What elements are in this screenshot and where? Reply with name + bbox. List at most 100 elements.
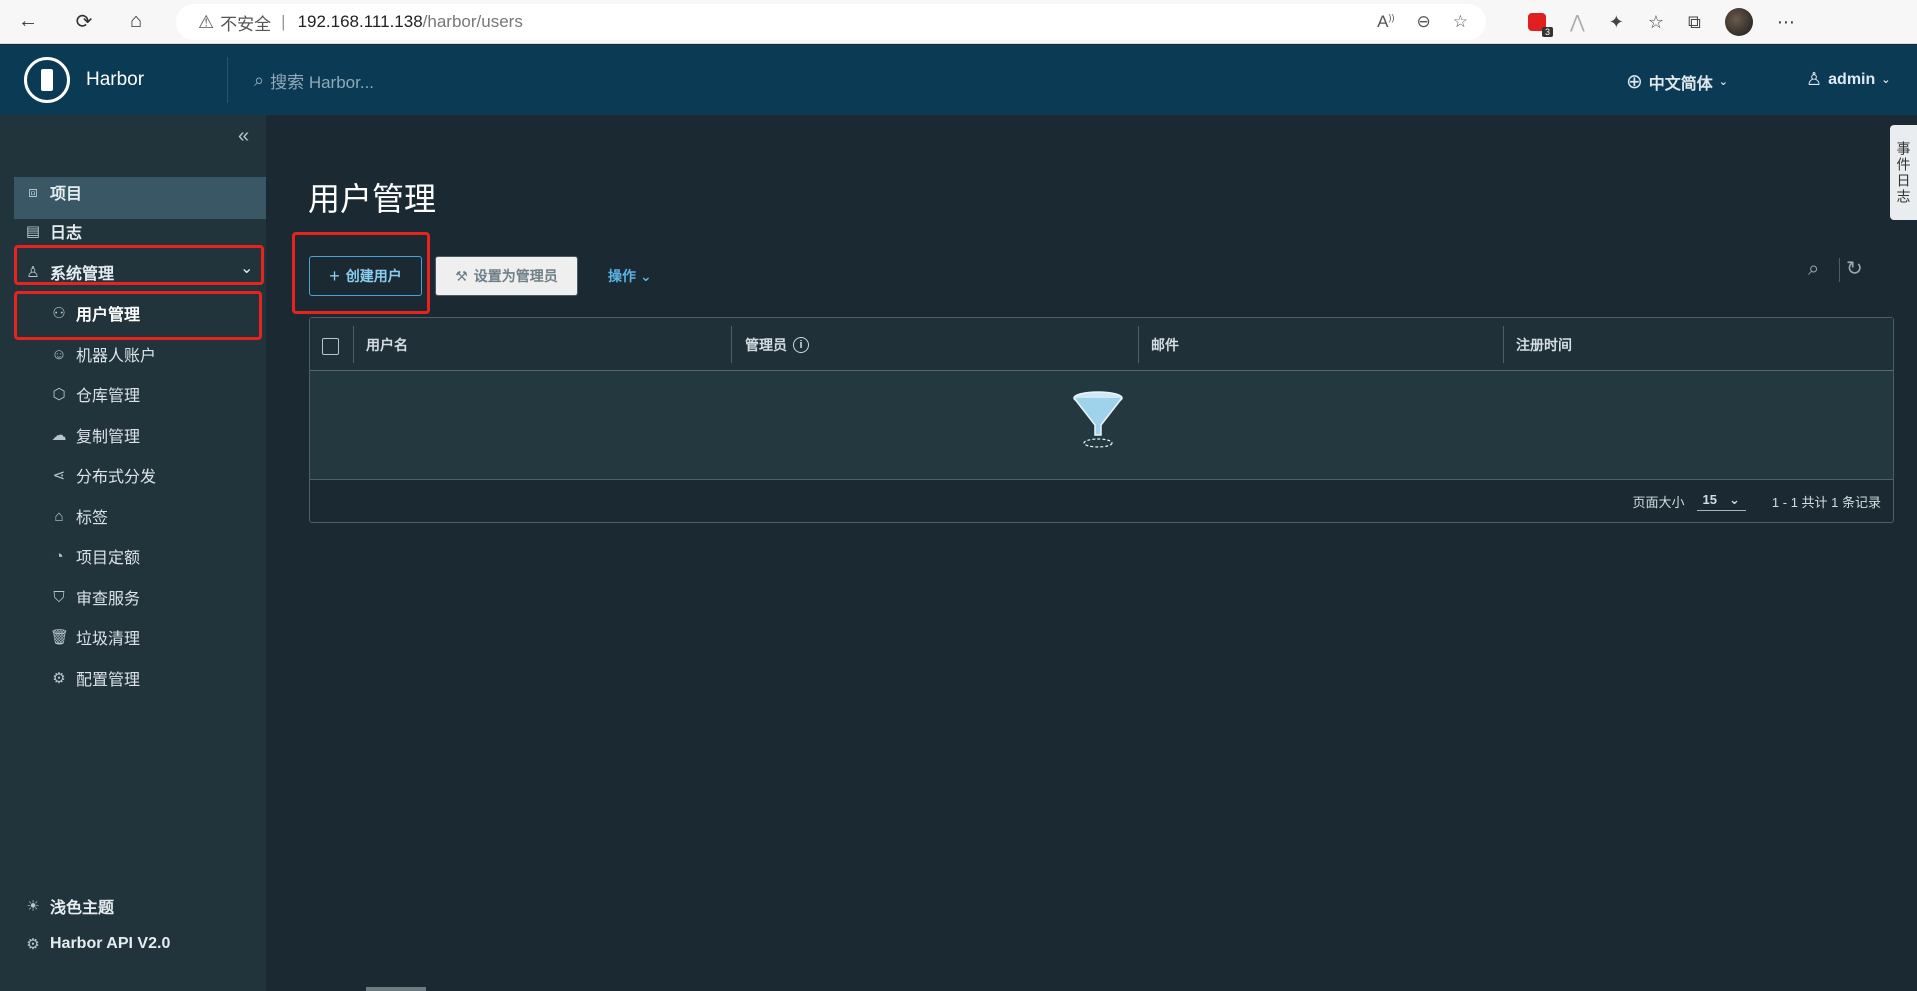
reload-icon[interactable]: ⟳ [70, 8, 98, 36]
username-label: admin [1828, 70, 1876, 88]
highlight-box-system-admin [14, 245, 264, 285]
global-search[interactable]: ⌕ 搜索 Harbor... [254, 68, 374, 93]
actions-label: 操作 [608, 268, 636, 284]
sidebar-item-labels[interactable]: ⌂ 标签 [50, 504, 108, 528]
sidebar-item-registries[interactable]: ⬡ 仓库管理 [50, 382, 140, 406]
sidebar-item-project-quotas[interactable]: ◔ 项目定额 [50, 544, 140, 568]
gauge-icon: ◔ [54, 547, 64, 565]
column-email[interactable]: 邮件 [1151, 318, 1179, 371]
record-summary: 1 - 1 共计 1 条记录 [1771, 495, 1881, 510]
zoom-out-icon[interactable]: ⊖ [1417, 12, 1431, 32]
chevron-down-icon: ⌄ [1718, 76, 1728, 88]
datagrid-footer: 页面大小 15 ⌄ 1 - 1 共计 1 条记录 [310, 481, 1893, 522]
column-separator [731, 326, 732, 363]
trash-icon: 🗑 [50, 629, 70, 646]
sidebar-item-label: 项目 [50, 186, 83, 203]
sidebar-item-configuration[interactable]: ⚙ 配置管理 [50, 666, 140, 690]
column-label: 用户名 [366, 336, 408, 353]
app-header: Harbor ⌕ 搜索 Harbor... ⊕ 中文简体 ⌄ ♙ admin ⌄ [0, 45, 1917, 115]
read-aloud-icon[interactable]: A)) [1377, 12, 1394, 32]
log-icon: ▤ [25, 223, 41, 240]
column-label: 注册时间 [1516, 336, 1572, 353]
highlight-box-user-management [14, 291, 262, 340]
column-label: 邮件 [1151, 336, 1179, 353]
harbor-logo[interactable] [24, 57, 70, 103]
page-title: 用户管理 [308, 181, 437, 217]
globe-icon: ⊕ [1626, 71, 1643, 93]
chevron-down-icon: ⌄ [1881, 74, 1891, 86]
actions-dropdown[interactable]: 操作 ⌄ [608, 266, 652, 286]
sidebar-item-label: 项目定额 [76, 550, 141, 567]
language-selector[interactable]: ⊕ 中文简体 ⌄ [1626, 69, 1728, 94]
extensions-icon[interactable]: ✦ [1609, 12, 1624, 33]
create-user-label: 创建用户 [345, 268, 402, 284]
brand-name[interactable]: Harbor [86, 69, 144, 91]
users-datagrid: 用户名 管理员 i 邮件 注册时间 页面大小 15 ⌄ 1 - 1 共计 1 条… [309, 317, 1894, 523]
address-bar[interactable]: ⚠ 不安全 | 192.168.111.138/harbor/users A))… [176, 4, 1486, 40]
column-admin[interactable]: 管理员 i [745, 318, 809, 371]
main-content [266, 115, 1917, 991]
set-admin-button[interactable]: ⚒ 设置为管理员 [435, 256, 578, 296]
create-user-button[interactable]: + 创建用户 [309, 256, 422, 296]
shield-icon: ⛉ [53, 588, 65, 606]
set-admin-label: 设置为管理员 [473, 268, 558, 284]
search-icon: ⌕ [254, 70, 265, 90]
language-label: 中文简体 [1648, 75, 1713, 93]
column-separator [1503, 326, 1504, 363]
sidebar-item-label: 仓库管理 [76, 388, 141, 405]
extension-badge: 3 [1541, 27, 1553, 37]
datagrid-header: 用户名 管理员 i 邮件 注册时间 [310, 318, 1893, 371]
sidebar-item-label: 分布式分发 [76, 469, 157, 486]
sidebar-item-projects[interactable]: ⧈ 项目 [24, 180, 82, 204]
warning-icon: ⚠ [198, 11, 215, 32]
plus-icon: + [329, 265, 340, 286]
header-divider [227, 57, 228, 103]
favorites-icon[interactable]: ☆ [1648, 12, 1664, 33]
robot-icon: ☺ [51, 345, 67, 363]
extension-red-icon[interactable]: 3 [1528, 13, 1553, 37]
sidebar-item-robot-accounts[interactable]: ☺ 机器人账户 [50, 342, 156, 366]
refresh-icon[interactable]: ↻ [1846, 256, 1863, 281]
collections-icon[interactable]: ⧉ [1688, 12, 1701, 33]
column-username[interactable]: 用户名 [366, 318, 408, 371]
browser-profile-avatar[interactable] [1724, 8, 1753, 36]
toolbar-divider [1839, 258, 1840, 282]
sidebar-item-garbage-collection[interactable]: 🗑 垃圾清理 [50, 625, 140, 649]
sidebar-item-logs[interactable]: ▤ 日志 [24, 219, 82, 243]
select-all-checkbox[interactable] [322, 338, 339, 355]
user-menu[interactable]: ♙ admin ⌄ [1806, 69, 1890, 90]
chevron-down-icon: ⌄ [1729, 492, 1740, 507]
event-log-tab[interactable]: 事件日志 [1890, 125, 1917, 220]
back-icon[interactable]: ← [14, 8, 42, 36]
column-register-time[interactable]: 注册时间 [1516, 318, 1572, 371]
sidebar-item-distributions[interactable]: ⋖ 分布式分发 [50, 463, 156, 487]
sidebar-item-replications[interactable]: ☁ 复制管理 [50, 423, 141, 447]
info-icon[interactable]: i [793, 336, 809, 353]
url-host: 192.168.111.138 [297, 12, 423, 31]
horizontal-scrollbar[interactable] [366, 987, 426, 991]
favorite-add-icon[interactable]: ☆ [1453, 12, 1468, 32]
sidebar-item-label: 复制管理 [76, 429, 141, 446]
url-path: /harbor/users [422, 12, 523, 31]
sun-icon: ☀ [26, 898, 40, 915]
column-separator [353, 326, 354, 363]
sidebar-item-interrogation-services[interactable]: ⛉ 审查服务 [50, 585, 140, 609]
extension-triangle-icon[interactable]: ⋀ [1570, 12, 1585, 33]
datagrid-body [310, 371, 1893, 480]
theme-toggle[interactable]: ☀ 浅色主题 [24, 894, 114, 918]
harbor-api-link[interactable]: ⚙ Harbor API V2.0 [24, 935, 170, 953]
empty-state-funnel-icon [1073, 391, 1123, 448]
sidebar-item-label: 标签 [76, 510, 109, 527]
collapse-sidebar-icon[interactable]: « [238, 125, 249, 148]
cloud-icon: ☁ [51, 427, 67, 444]
search-input[interactable]: 搜索 Harbor... [270, 68, 374, 93]
api-link-label: Harbor API V2.0 [50, 935, 171, 952]
chevron-down-icon: ⌄ [640, 267, 652, 284]
page-size-select[interactable]: 15 ⌄ [1696, 492, 1746, 511]
home-icon[interactable]: ⌂ [122, 8, 150, 36]
sidebar-item-label: 审查服务 [76, 591, 141, 608]
more-icon[interactable]: ⋯ [1777, 12, 1795, 33]
wrench-icon: ⚒ [455, 267, 468, 284]
grid-search-icon[interactable]: ⌕ [1808, 258, 1819, 281]
sidebar-item-label: 日志 [50, 225, 83, 242]
